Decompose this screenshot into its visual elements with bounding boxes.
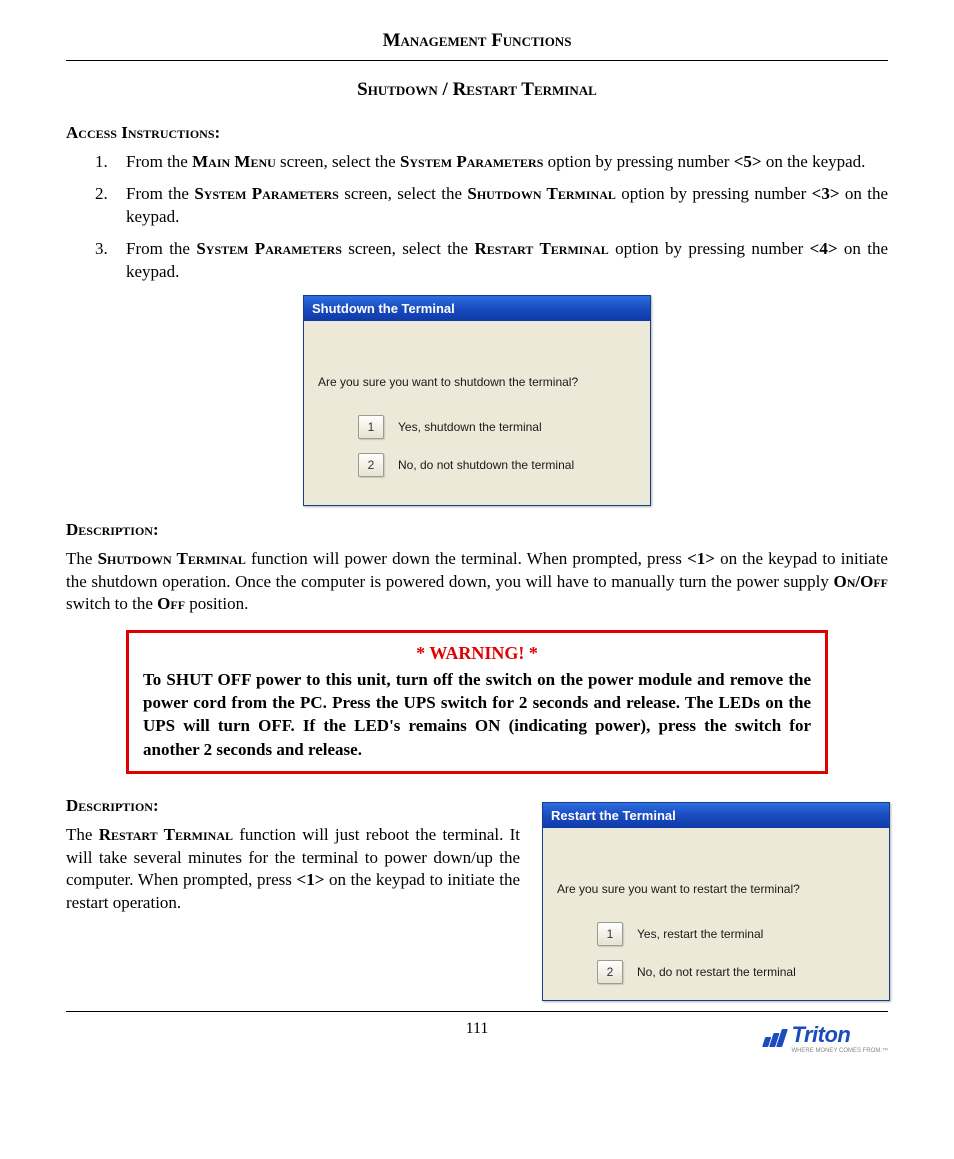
text: on the keypad. — [762, 152, 866, 171]
keypad-1-icon: 1 — [597, 922, 623, 946]
text: The — [66, 825, 99, 844]
key-5: <5> — [734, 152, 762, 171]
keypad-2-icon: 2 — [358, 453, 384, 477]
dialog-option-label: Yes, shutdown the terminal — [398, 420, 542, 434]
logo-brand: Triton — [791, 1022, 888, 1048]
description-label: Description: — [66, 520, 888, 540]
term-off: Off — [157, 594, 185, 613]
shutdown-description: The Shutdown Terminal function will powe… — [66, 548, 888, 615]
list-item: From the System Parameters screen, selec… — [112, 238, 888, 283]
warning-body: To SHUT OFF power to this unit, turn off… — [143, 668, 811, 762]
term-system-parameters: System Parameters — [194, 184, 339, 203]
logo-tagline: WHERE MONEY COMES FROM.™ — [791, 1048, 888, 1054]
text: option by pressing number — [616, 184, 812, 203]
list-item: From the Main Menu screen, select the Sy… — [112, 151, 888, 173]
dialog-question: Are you sure you want to restart the ter… — [557, 882, 875, 896]
key-1: <1> — [297, 870, 325, 889]
text: switch to the — [66, 594, 157, 613]
text: option by pressing number — [543, 152, 733, 171]
text: The — [66, 549, 98, 568]
access-steps-list: From the Main Menu screen, select the Sy… — [66, 151, 888, 283]
text: screen, select the — [342, 239, 475, 258]
keypad-1-icon: 1 — [358, 415, 384, 439]
list-item: From the System Parameters screen, selec… — [112, 183, 888, 228]
dialog-title: Restart the Terminal — [543, 803, 889, 828]
dialog-option-no[interactable]: 2 No, do not restart the terminal — [597, 960, 875, 984]
key-3: <3> — [812, 184, 840, 203]
term-restart-terminal: Restart Terminal — [99, 825, 233, 844]
section-title: Shutdown / Restart Terminal — [66, 79, 888, 101]
dialog-question: Are you sure you want to shutdown the te… — [318, 375, 636, 389]
dialog-option-label: No, do not restart the terminal — [637, 965, 796, 979]
text: option by pressing number — [609, 239, 810, 258]
dialog-option-yes[interactable]: 1 Yes, shutdown the terminal — [358, 415, 636, 439]
warning-box: * WARNING! * To SHUT OFF power to this u… — [126, 630, 828, 775]
access-instructions-label: Access Instructions: — [66, 123, 888, 143]
text: position. — [185, 594, 248, 613]
warning-title: * WARNING! * — [143, 643, 811, 664]
triton-logo: Triton WHERE MONEY COMES FROM.™ — [765, 1022, 888, 1054]
dialog-option-label: Yes, restart the terminal — [637, 927, 763, 941]
term-system-parameters: System Parameters — [196, 239, 342, 258]
text: From the — [126, 152, 192, 171]
term-on-off: On/Off — [834, 572, 889, 591]
page-number: 111 — [466, 1020, 489, 1038]
restart-description: The Restart Terminal function will just … — [66, 824, 520, 914]
text: From the — [126, 184, 194, 203]
term-restart-terminal: Restart Terminal — [474, 239, 608, 258]
restart-terminal-dialog: Restart the Terminal Are you sure you wa… — [542, 802, 890, 1001]
term-shutdown-terminal: Shutdown Terminal — [98, 549, 246, 568]
page-footer: 111 Triton WHERE MONEY COMES FROM.™ — [66, 1011, 888, 1038]
term-main-menu: Main Menu — [192, 152, 276, 171]
term-system-parameters: System Parameters — [400, 152, 543, 171]
description-label: Description: — [66, 796, 520, 816]
dialog-option-yes[interactable]: 1 Yes, restart the terminal — [597, 922, 875, 946]
dialog-option-label: No, do not shutdown the terminal — [398, 458, 574, 472]
dialog-title: Shutdown the Terminal — [304, 296, 650, 321]
shutdown-terminal-dialog: Shutdown the Terminal Are you sure you w… — [303, 295, 651, 506]
page-header: Management Functions — [66, 30, 888, 61]
key-1: <1> — [687, 549, 715, 568]
triton-logo-icon — [763, 1029, 789, 1047]
text: screen, select the — [339, 184, 468, 203]
text: From the — [126, 239, 196, 258]
text: screen, select the — [276, 152, 400, 171]
keypad-2-icon: 2 — [597, 960, 623, 984]
key-4: <4> — [810, 239, 838, 258]
text: function will power down the terminal. W… — [246, 549, 687, 568]
term-shutdown-terminal: Shutdown Terminal — [467, 184, 616, 203]
dialog-option-no[interactable]: 2 No, do not shutdown the terminal — [358, 453, 636, 477]
